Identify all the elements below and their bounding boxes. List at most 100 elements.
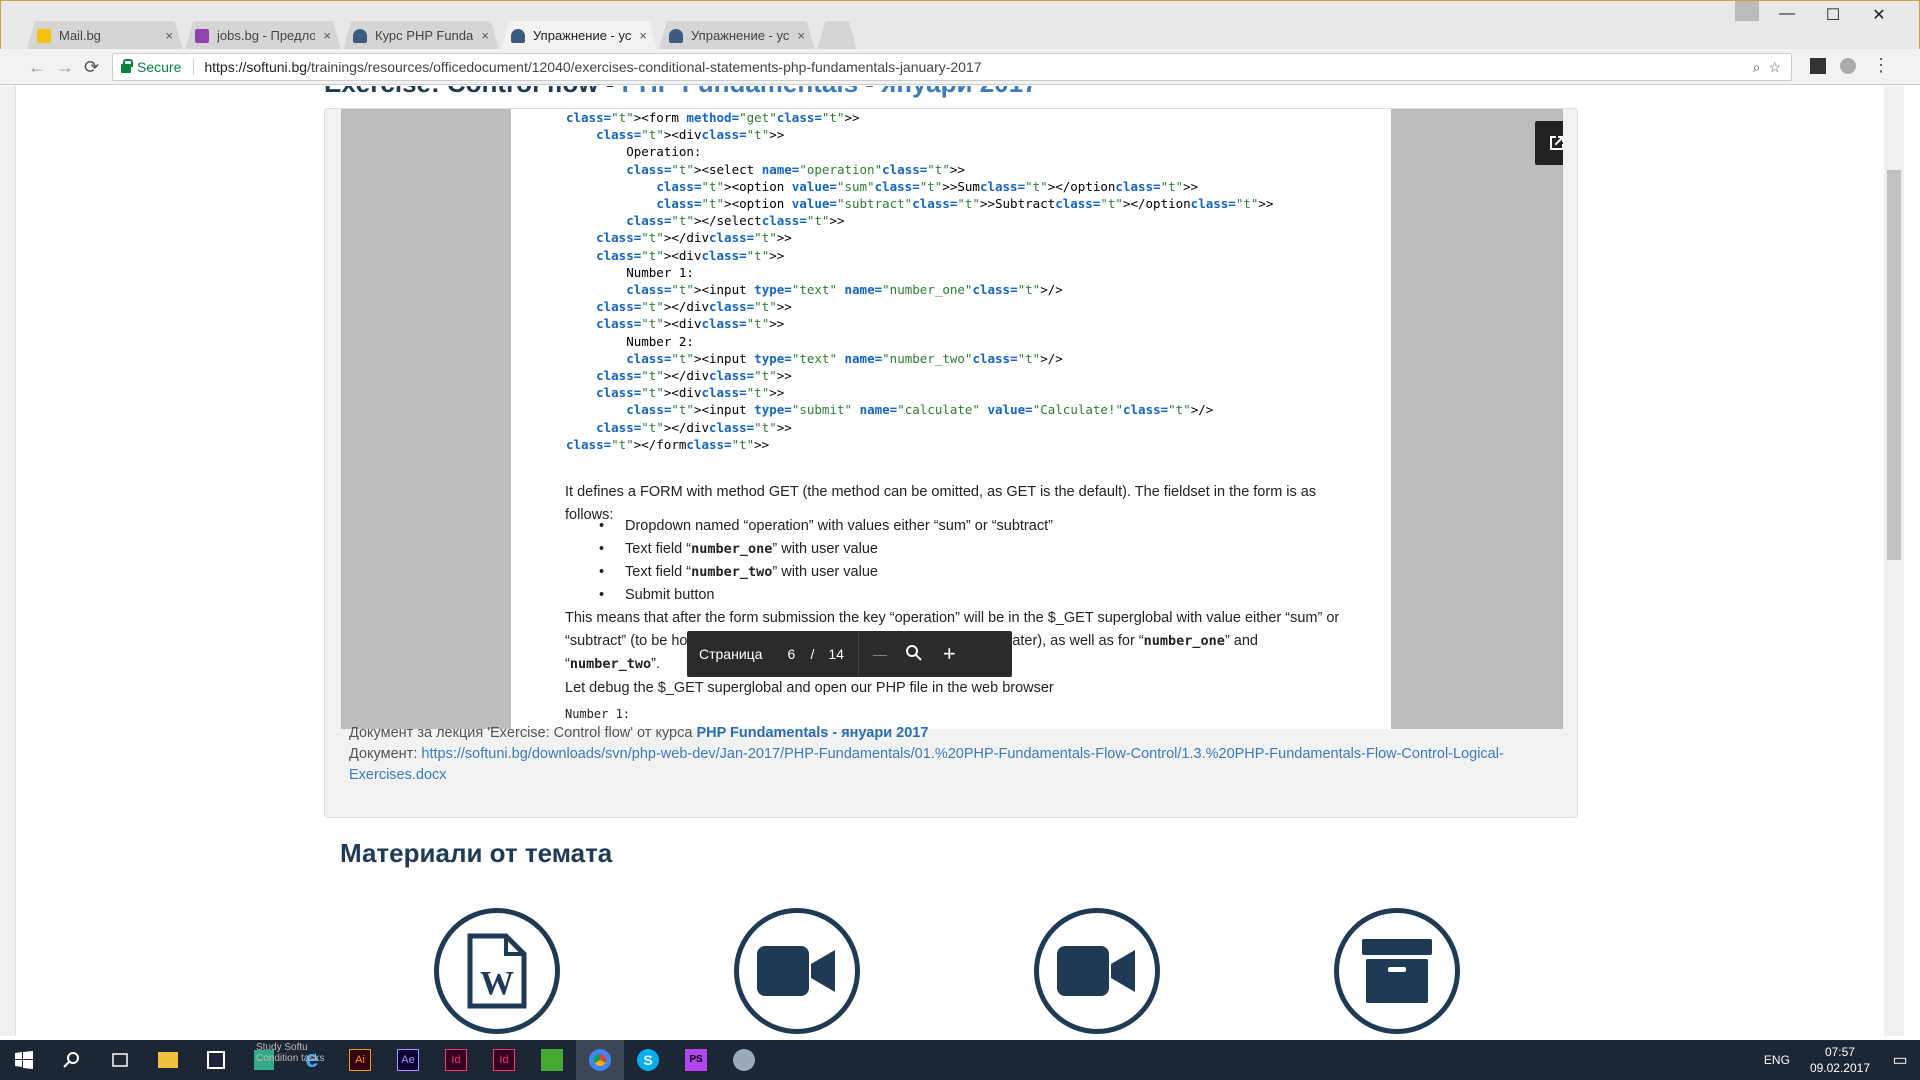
jobs-favicon-icon (195, 29, 209, 43)
bullet-list: Dropdown named “operation” with values e… (599, 515, 1053, 607)
menu-icon[interactable]: ⋮ (1872, 55, 1890, 76)
minimize-button[interactable]: — (1767, 5, 1807, 23)
tab-title: Упражнение - условни (533, 28, 632, 43)
back-button[interactable]: ← (28, 57, 46, 78)
tab-close-icon[interactable]: × (323, 28, 331, 43)
course-link[interactable]: PHP Fundamentals - януари 2017 (696, 725, 928, 741)
extension-icon[interactable] (1810, 58, 1826, 74)
code-line: class="t"></divclass="t">> (596, 368, 792, 384)
current-page-input[interactable]: 6 (782, 646, 800, 662)
paragraph-text: ”. (651, 656, 660, 672)
list-item: Dropdown named “operation” with values e… (599, 515, 1053, 538)
start-button[interactable] (0, 1040, 48, 1080)
material-video-button[interactable] (1034, 908, 1160, 1034)
bookmark-star-icon[interactable]: ☆ (1768, 59, 1781, 76)
video-camera-icon (757, 946, 835, 996)
zoom-icon[interactable] (905, 644, 923, 665)
tab-close-icon[interactable]: × (639, 28, 647, 43)
list-item: Text field “number_two” with user value (599, 561, 1053, 584)
task-view-icon[interactable] (96, 1040, 144, 1080)
close-window-button[interactable]: ✕ (1859, 5, 1899, 25)
indesign-icon[interactable]: Id (480, 1040, 528, 1080)
tab-title: jobs.bg - Предложения (217, 28, 316, 43)
indesign-icon[interactable]: Id (432, 1040, 480, 1080)
mail-favicon-icon (37, 29, 51, 43)
extension-icon[interactable] (1840, 58, 1856, 74)
material-archive-button[interactable] (1334, 908, 1460, 1034)
softuni-favicon-icon (353, 29, 367, 43)
video-camera-icon (1057, 946, 1135, 996)
store-icon[interactable] (192, 1040, 240, 1080)
tab-close-icon[interactable]: × (481, 28, 489, 43)
softuni-favicon-icon (511, 29, 525, 43)
list-item-text: ” with user value (772, 541, 878, 557)
app-icon[interactable] (720, 1040, 768, 1080)
open-external-icon (1550, 136, 1563, 150)
course-link[interactable]: PHP Fundamentals - януари 2017 (622, 86, 1038, 98)
notification-icon[interactable]: ▭ (1880, 1050, 1920, 1070)
secure-label: Secure (137, 59, 182, 75)
language-indicator[interactable]: ENG (1754, 1053, 1800, 1067)
code-line: class="t"><divclass="t">> (596, 385, 785, 401)
maximize-button[interactable]: ☐ (1813, 5, 1853, 25)
reload-button[interactable]: ⟳ (84, 57, 99, 78)
code-line: class="t"><input type="text" name="numbe… (626, 350, 1063, 366)
zoom-in-button[interactable]: + (943, 641, 956, 667)
page-scrollbar-thumb[interactable] (1887, 170, 1901, 560)
search-icon[interactable] (48, 1040, 96, 1080)
total-pages: 14 (828, 646, 844, 662)
document-panel: class="t"><form method="get"class="t">> … (324, 108, 1578, 818)
illustrator-icon[interactable]: Ai (336, 1040, 384, 1080)
tab-close-icon[interactable]: × (797, 28, 805, 43)
document-download-link[interactable]: https://softuni.bg/downloads/svn/php-web… (349, 746, 1504, 783)
list-item-text: Text field “ (625, 541, 692, 557)
app-icon[interactable] (528, 1040, 576, 1080)
page-title: Exercise: Control flow - PHP Fundamental… (324, 86, 1038, 99)
code-line: class="t"></divclass="t">> (596, 419, 792, 435)
materials-heading: Материали от темата (340, 838, 613, 868)
page-separator: / (810, 646, 815, 662)
inline-code: number_one (1143, 633, 1225, 649)
zoom-icon[interactable]: ⌕ (1753, 59, 1761, 76)
phpstorm-icon[interactable]: PS (672, 1040, 720, 1080)
chrome-icon[interactable] (576, 1040, 624, 1080)
tab-exercise[interactable]: Упражнение - условни × (659, 21, 815, 50)
caption-text: Документ: (349, 746, 422, 762)
inline-code: number_two (569, 656, 652, 672)
material-word-button[interactable]: W (434, 908, 560, 1034)
page-title-text: Exercise: Control flow - (324, 86, 622, 98)
code-line: class="t"></selectclass="t">> (626, 213, 845, 229)
visual-studio-icon[interactable]: Study Softu Condition tasks (240, 1040, 324, 1080)
skype-icon[interactable]: S (624, 1040, 672, 1080)
caption-text: Документ за лекция 'Exercise: Control fl… (349, 725, 697, 741)
windows-taskbar: Study Softu Condition tasks e Ai Ae Id I… (0, 1040, 1920, 1080)
divider (857, 631, 859, 677)
material-video-button[interactable] (734, 908, 860, 1034)
popout-button[interactable] (1535, 121, 1563, 165)
new-tab-button[interactable] (817, 21, 857, 50)
tab-title: Упражнение - условни (691, 28, 790, 43)
list-item-code: number_two (691, 564, 773, 580)
tab-close-icon[interactable]: × (165, 28, 173, 43)
lock-icon (121, 59, 133, 73)
browser-toolbar: ← → ⟳ Secure https://softuni.bg/training… (0, 49, 1920, 85)
document-caption: Документ за лекция 'Exercise: Control fl… (349, 723, 1549, 786)
page-label: Страница (699, 646, 763, 662)
profile-icon[interactable] (1735, 1, 1759, 21)
tab-php-course[interactable]: Курс PHP Fundamentals × (343, 21, 499, 50)
tab-mail[interactable]: Mail.bg × (27, 21, 183, 50)
file-explorer-icon[interactable] (144, 1040, 192, 1080)
address-bar[interactable]: Secure https://softuni.bg/trainings/reso… (112, 53, 1792, 81)
code-block: class="t"><form method="get"class="t">> … (566, 109, 1273, 453)
tab-jobs[interactable]: jobs.bg - Предложения × (185, 21, 341, 50)
after-effects-icon[interactable]: Ae (384, 1040, 432, 1080)
secure-indicator[interactable]: Secure (121, 59, 181, 75)
url-text[interactable]: https://softuni.bg/trainings/resources/o… (193, 59, 982, 75)
forward-button[interactable]: → (56, 57, 74, 78)
tab-exercise-active[interactable]: Упражнение - условни × (501, 21, 657, 50)
clock[interactable]: 07:57 09.02.2017 (1800, 1044, 1880, 1076)
taskbar-overlay-text: Study Softu Condition tasks (256, 1042, 325, 1064)
url-host: https://softuni.bg (204, 59, 308, 75)
zoom-out-button[interactable]: — (873, 646, 887, 662)
code-line: class="t"><divclass="t">> (596, 247, 785, 263)
